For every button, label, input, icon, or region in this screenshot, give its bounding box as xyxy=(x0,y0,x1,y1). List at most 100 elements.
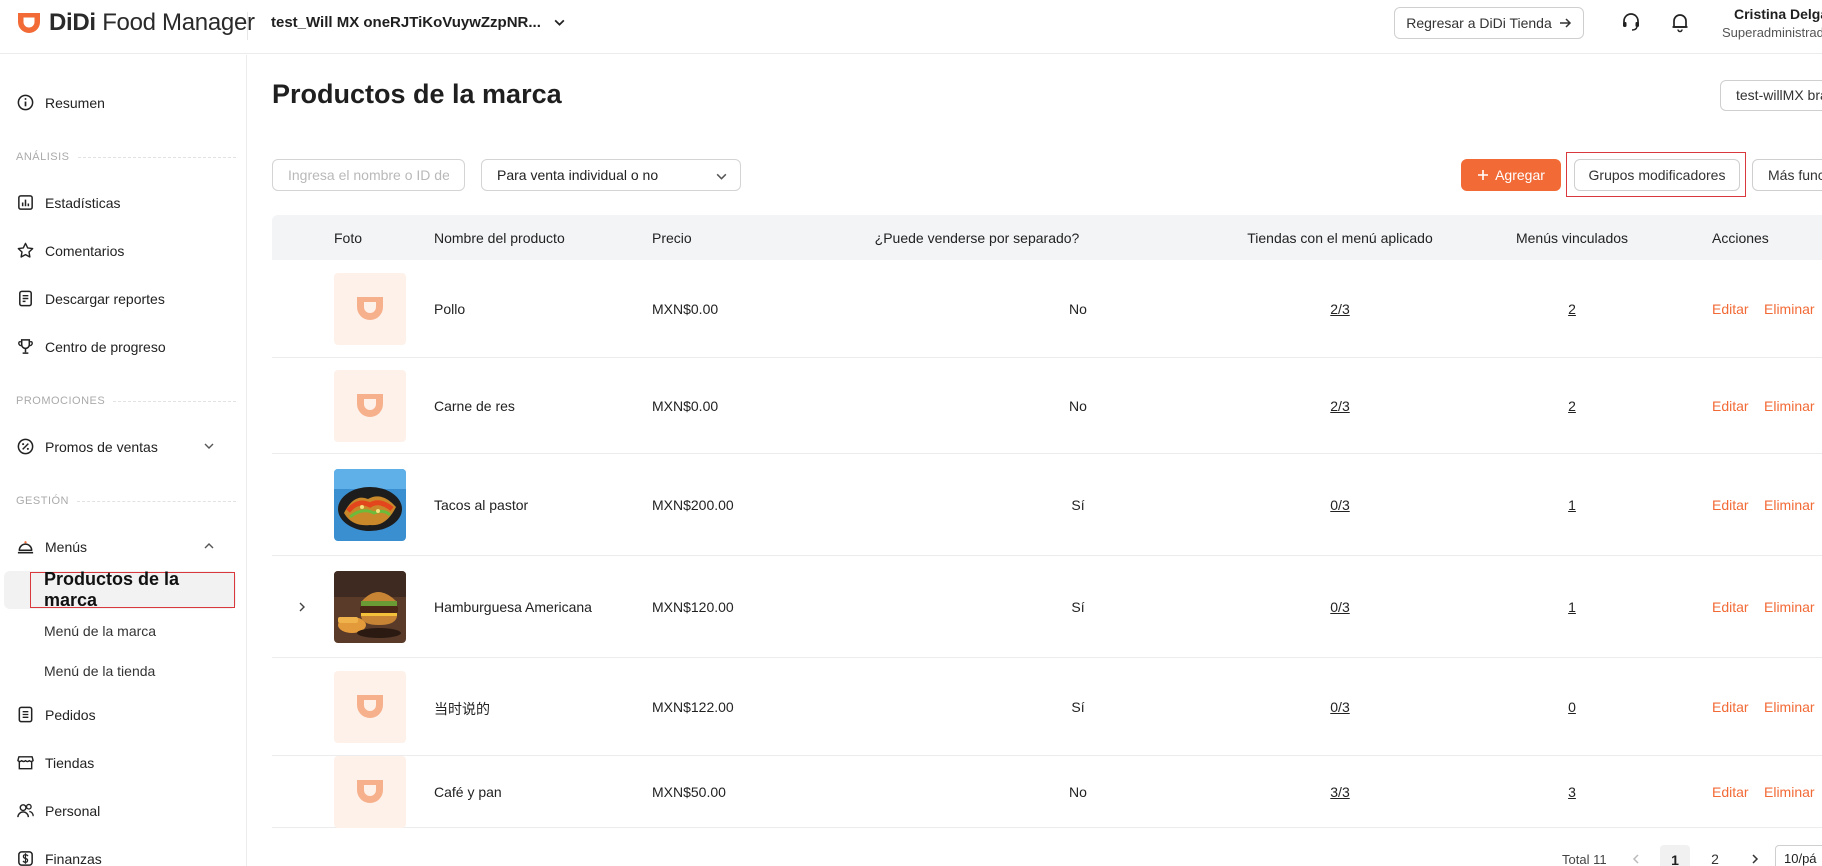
column-header-photo: Foto xyxy=(334,230,363,246)
product-name: Café y pan xyxy=(434,784,502,800)
chevron-down-icon[interactable] xyxy=(203,440,215,452)
edit-button[interactable]: Editar xyxy=(1712,784,1749,800)
sidebar-item-label: Descargar reportes xyxy=(45,290,165,307)
sidebar-item-label: Menús xyxy=(45,538,88,555)
edit-button[interactable]: Editar xyxy=(1712,699,1749,715)
linked-menus-link[interactable]: 2 xyxy=(1568,301,1576,317)
linked-menus-link[interactable]: 1 xyxy=(1568,497,1576,513)
delete-button[interactable]: Eliminar xyxy=(1764,398,1815,414)
sidebar-item-statistics[interactable]: Estadísticas xyxy=(16,193,120,212)
edit-button[interactable]: Editar xyxy=(1712,301,1749,317)
delete-button[interactable]: Eliminar xyxy=(1764,599,1815,615)
section-label-promotions: PROMOCIONES xyxy=(16,395,236,407)
product-photo xyxy=(334,273,406,345)
pagination-next-button[interactable] xyxy=(1745,845,1765,866)
more-functions-button[interactable]: Más funci xyxy=(1752,159,1822,191)
table-row: Pollo MXN$0.00 No 2/3 2 Editar Eliminar xyxy=(272,260,1822,358)
sidebar-item-label: Tiendas xyxy=(45,754,95,771)
edit-button[interactable]: Editar xyxy=(1712,398,1749,414)
filter-value: Para venta individual o no xyxy=(497,167,659,183)
column-header-stores: Tiendas con el menú aplicado xyxy=(1247,230,1433,246)
headset-support-icon[interactable] xyxy=(1620,11,1642,33)
user-name[interactable]: Cristina Delga xyxy=(1734,6,1822,22)
sidebar-item-menus[interactable]: Menús xyxy=(16,537,87,556)
column-header-separate: ¿Puede venderse por separado? xyxy=(874,230,1080,246)
edit-button[interactable]: Editar xyxy=(1712,599,1749,615)
stores-applied-link[interactable]: 0/3 xyxy=(1330,497,1349,513)
column-header-price: Precio xyxy=(652,230,692,246)
people-icon xyxy=(17,803,34,818)
table-row: Tacos al pastor MXN$200.00 Sí 0/3 1 Edit… xyxy=(272,454,1822,556)
return-to-didi-store-button[interactable]: Regresar a DiDi Tienda xyxy=(1394,7,1584,39)
table-row: Café y pan MXN$50.00 No 3/3 3 Editar Eli… xyxy=(272,756,1822,828)
add-button-label: Agregar xyxy=(1495,167,1545,183)
stores-applied-link[interactable]: 2/3 xyxy=(1330,398,1349,414)
pagination-prev-button[interactable] xyxy=(1626,845,1646,866)
trophy-icon xyxy=(18,339,33,354)
sidebar-item-brand-menu[interactable]: Menú de la marca xyxy=(44,623,156,639)
product-placeholder-icon xyxy=(334,273,406,345)
sidebar-item-store-menu[interactable]: Menú de la tienda xyxy=(44,663,155,679)
brand-selector[interactable]: test-willMX bra xyxy=(1720,80,1822,111)
product-price: MXN$120.00 xyxy=(652,599,734,615)
product-name: Hamburguesa Americana xyxy=(434,599,592,615)
pagination-page-2[interactable]: 2 xyxy=(1705,845,1725,866)
stores-applied-link[interactable]: 0/3 xyxy=(1330,699,1349,715)
pagination-page-current[interactable]: 1 xyxy=(1660,845,1690,866)
sidebar-item-staff[interactable]: Personal xyxy=(16,801,100,820)
linked-menus-link[interactable]: 3 xyxy=(1568,784,1576,800)
page-size-select[interactable]: 10/pá xyxy=(1775,845,1822,866)
section-label-text: PROMOCIONES xyxy=(16,395,106,407)
table-row: Hamburguesa Americana MXN$120.00 Sí 0/3 … xyxy=(272,556,1822,658)
delete-button[interactable]: Eliminar xyxy=(1764,301,1815,317)
delete-button[interactable]: Eliminar xyxy=(1764,699,1815,715)
sidebar-item-finances[interactable]: Finanzas xyxy=(16,849,102,866)
table-row: Carne de res MXN$0.00 No 2/3 2 Editar El… xyxy=(272,358,1822,454)
storefront-icon xyxy=(17,756,34,770)
user-role: Superadministrad xyxy=(1722,25,1822,40)
chart-icon xyxy=(18,195,33,210)
sidebar-item-brand-products[interactable]: Productos de la marca xyxy=(30,569,235,610)
stores-applied-link[interactable]: 2/3 xyxy=(1330,301,1349,317)
sidebar-item-stores[interactable]: Tiendas xyxy=(16,753,94,772)
bell-notification-icon[interactable] xyxy=(1669,11,1691,33)
product-placeholder-icon xyxy=(334,370,406,442)
product-photo xyxy=(334,370,406,442)
sidebar-item-label: Promos de ventas xyxy=(45,438,158,455)
discount-percent-icon xyxy=(17,438,34,455)
sidebar-item-summary[interactable]: Resumen xyxy=(16,93,105,112)
chevron-up-icon[interactable] xyxy=(203,540,215,552)
search-input[interactable] xyxy=(272,159,465,191)
linked-menus-link[interactable]: 0 xyxy=(1568,699,1576,715)
store-selector[interactable]: test_Will MX oneRJTiKoVuywZzpNR... xyxy=(271,14,566,31)
sidebar-item-progress-center[interactable]: Centro de progreso xyxy=(16,337,166,356)
stores-applied-link[interactable]: 0/3 xyxy=(1330,599,1349,615)
add-product-button[interactable]: Agregar xyxy=(1461,159,1561,191)
expand-row-chevron-icon[interactable] xyxy=(296,601,308,613)
sidebar-item-comments[interactable]: Comentarios xyxy=(16,241,124,260)
can-sell-separately: No xyxy=(1069,398,1087,414)
product-photo xyxy=(334,469,406,541)
top-bar: DiDi Food Manager test_Will MX oneRJTiKo… xyxy=(0,0,1822,54)
linked-menus-link[interactable]: 2 xyxy=(1568,398,1576,414)
modifier-groups-button[interactable]: Grupos modificadores xyxy=(1574,159,1740,191)
hamburger-photo xyxy=(334,571,406,643)
sidebar-item-orders[interactable]: Pedidos xyxy=(16,705,96,724)
delete-button[interactable]: Eliminar xyxy=(1764,784,1815,800)
star-icon xyxy=(17,242,34,258)
page-title: Productos de la marca xyxy=(272,79,562,109)
delete-button[interactable]: Eliminar xyxy=(1764,497,1815,513)
logo[interactable]: DiDi Food Manager xyxy=(15,9,255,37)
sidebar-item-download-reports[interactable]: Descargar reportes xyxy=(16,289,165,308)
edit-button[interactable]: Editar xyxy=(1712,497,1749,513)
sidebar-item-sales-promos[interactable]: Promos de ventas xyxy=(16,437,158,456)
individual-sale-filter-select[interactable]: Para venta individual o no xyxy=(481,159,741,191)
modifier-groups-label: Grupos modificadores xyxy=(1588,167,1726,183)
linked-menus-link[interactable]: 1 xyxy=(1568,599,1576,615)
stores-applied-link[interactable]: 3/3 xyxy=(1330,784,1349,800)
pagination-total: Total 11 xyxy=(1562,852,1607,866)
section-label-management: GESTIÓN xyxy=(16,495,236,507)
sidebar-item-label: Comentarios xyxy=(45,242,125,259)
product-price: MXN$0.00 xyxy=(652,398,719,414)
cloche-menu-icon xyxy=(17,541,34,554)
